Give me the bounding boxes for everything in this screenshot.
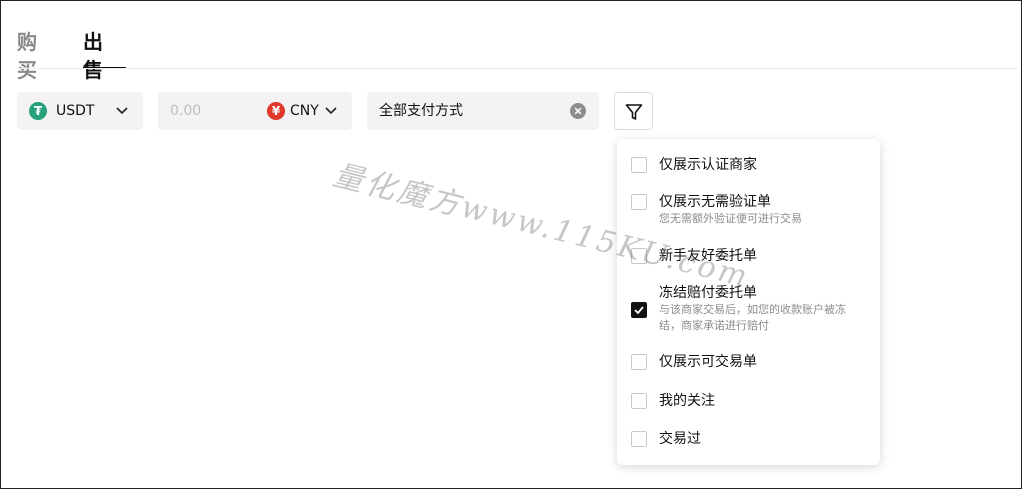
checkbox[interactable] bbox=[631, 248, 647, 264]
chevron-down-icon[interactable] bbox=[325, 107, 337, 115]
filter-dropdown: 仅展示认证商家 仅展示无需验证单 您无需额外验证便可进行交易 新手友好委托单 冻… bbox=[617, 139, 880, 465]
option-freeze-compensation[interactable]: 冻结赔付委托单 与该商家交易后，如您的收款账户被冻结，商家承诺进行赔付 bbox=[617, 284, 880, 336]
option-description: 您无需额外验证便可进行交易 bbox=[659, 212, 802, 225]
coin-select[interactable]: ₮ USDT bbox=[17, 92, 143, 130]
amount-input[interactable] bbox=[170, 102, 260, 120]
checkbox[interactable] bbox=[631, 354, 647, 370]
filter-button[interactable] bbox=[614, 92, 653, 130]
option-description: 与该商家交易后，如您的收款账户被冻结，商家承诺进行赔付 bbox=[659, 303, 846, 332]
header-divider bbox=[17, 68, 1018, 69]
option-label: 仅展示可交易单 bbox=[659, 354, 757, 370]
payment-method-label: 全部支付方式 bbox=[379, 103, 463, 119]
option-label: 新手友好委托单 bbox=[659, 248, 757, 264]
checkbox[interactable] bbox=[631, 393, 647, 409]
option-verified-merchants[interactable]: 仅展示认证商家 bbox=[617, 156, 880, 174]
amount-field: ¥ CNY bbox=[158, 92, 352, 130]
option-traded-before[interactable]: 交易过 bbox=[617, 430, 880, 448]
chevron-down-icon bbox=[116, 107, 128, 115]
tab-sell[interactable]: 出售 bbox=[83, 28, 103, 84]
option-label: 我的关注 bbox=[659, 393, 715, 409]
checkbox[interactable] bbox=[631, 157, 647, 173]
option-label: 仅展示认证商家 bbox=[659, 157, 757, 173]
cny-icon: ¥ bbox=[267, 102, 285, 120]
option-following[interactable]: 我的关注 bbox=[617, 392, 880, 410]
currency-select[interactable]: CNY bbox=[290, 102, 319, 120]
tether-icon: ₮ bbox=[29, 102, 47, 120]
checkbox[interactable] bbox=[631, 194, 647, 210]
payment-method-select[interactable]: 全部支付方式 bbox=[367, 92, 599, 130]
coin-label: USDT bbox=[56, 103, 95, 119]
option-label: 仅展示无需验证单 bbox=[659, 194, 771, 210]
option-no-verification[interactable]: 仅展示无需验证单 您无需额外验证便可进行交易 bbox=[617, 193, 880, 229]
option-label: 交易过 bbox=[659, 431, 701, 447]
checkbox[interactable] bbox=[631, 431, 647, 447]
checkbox-checked[interactable] bbox=[631, 302, 647, 318]
option-label: 冻结赔付委托单 bbox=[659, 285, 757, 301]
option-tradable-only[interactable]: 仅展示可交易单 bbox=[617, 353, 880, 371]
tab-buy[interactable]: 购买 bbox=[17, 28, 37, 84]
option-beginner-friendly[interactable]: 新手友好委托单 bbox=[617, 247, 880, 265]
check-icon bbox=[634, 306, 644, 314]
filter-icon bbox=[625, 104, 643, 120]
clear-icon[interactable] bbox=[570, 103, 586, 119]
